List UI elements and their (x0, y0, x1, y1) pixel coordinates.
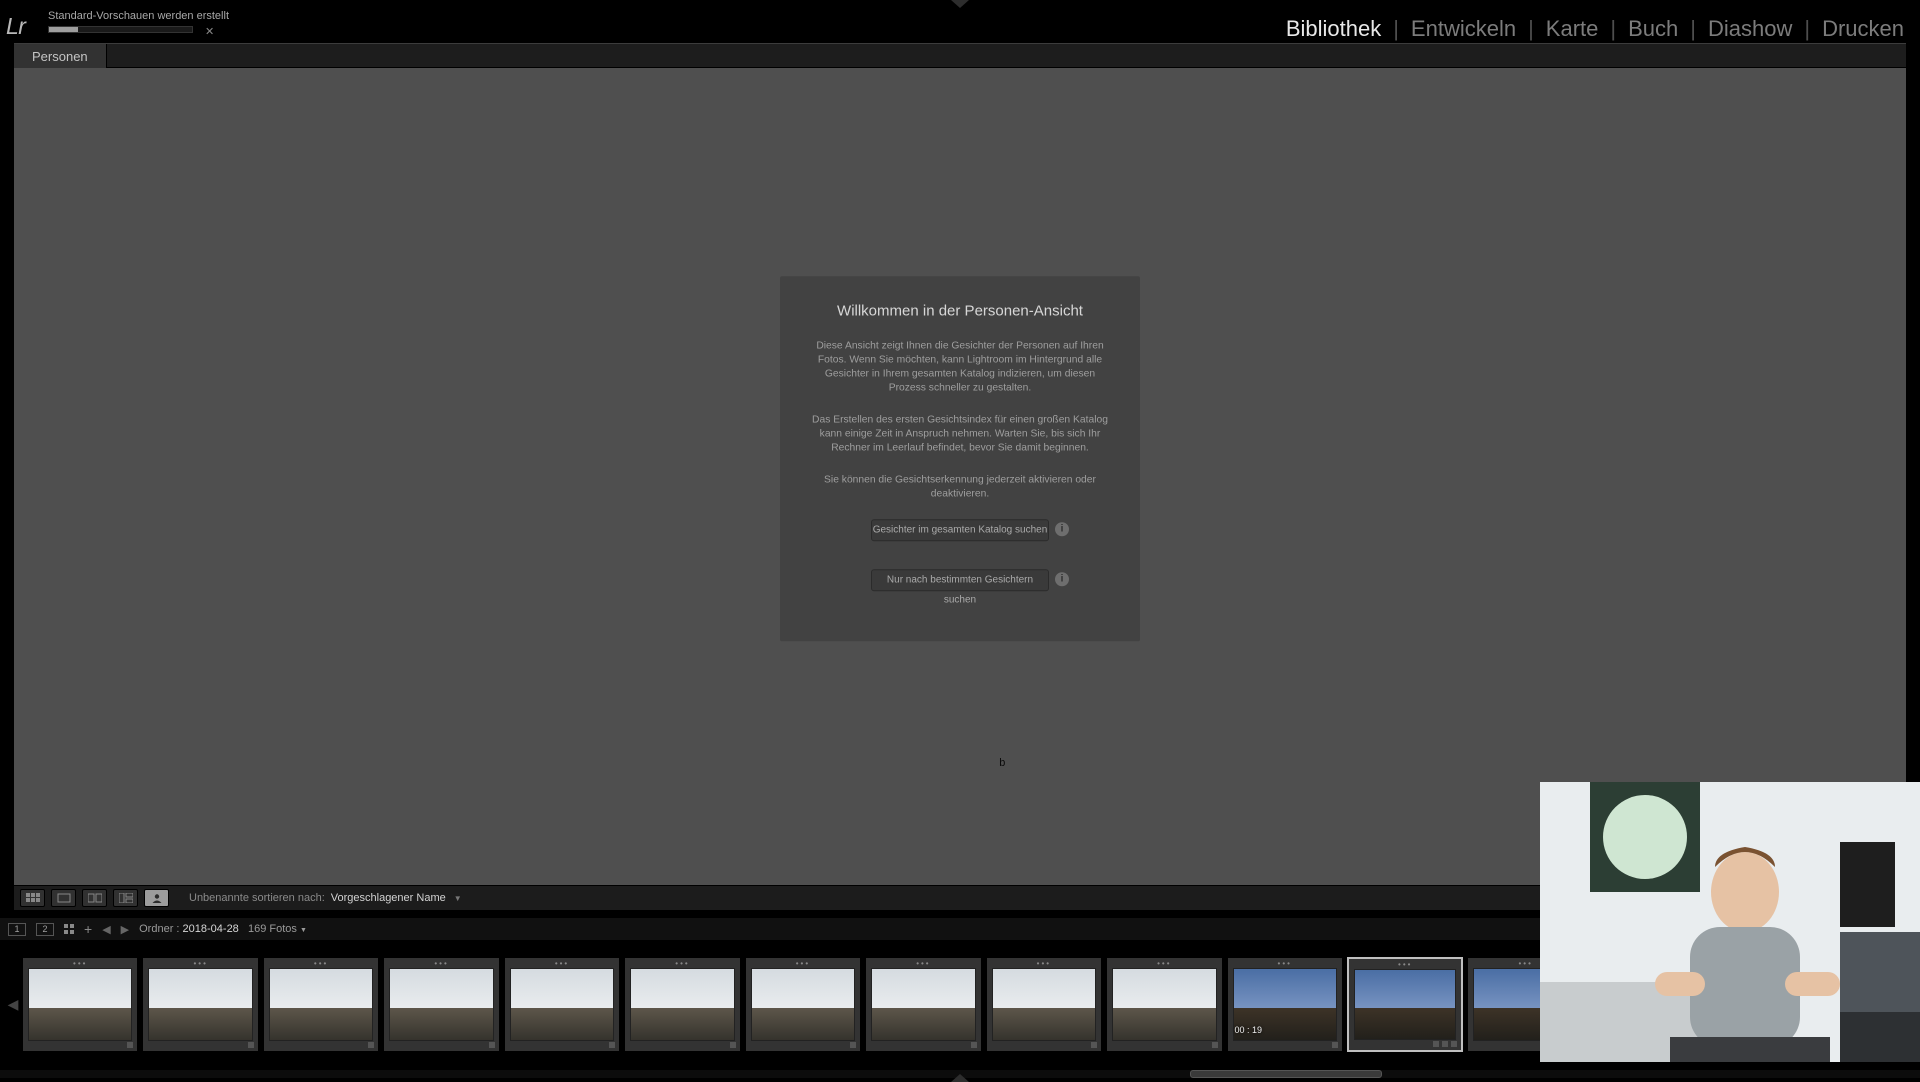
dialog-title: Willkommen in der Personen-Ansicht (792, 302, 1128, 319)
add-icon[interactable]: + (84, 921, 92, 937)
find-specific-faces-button[interactable]: Nur nach bestimmten Gesichtern suchen (871, 569, 1049, 591)
grid-mini-icon[interactable] (64, 924, 74, 934)
thumbnail[interactable]: ••• (383, 957, 499, 1052)
panel-handle-bottom[interactable] (951, 1074, 969, 1082)
thumbnail[interactable]: ••• (745, 957, 861, 1052)
main-canvas: Willkommen in der Personen-Ansicht Diese… (14, 68, 1906, 885)
module-switcher: Bibliothek| Entwickeln| Karte| Buch| Dia… (1282, 16, 1908, 42)
find-all-faces-button[interactable]: Gesichter im gesamten Katalog suchen (871, 519, 1049, 541)
module-drucken[interactable]: Drucken (1818, 16, 1908, 42)
background-task-label: Standard-Vorschauen werden erstellt (48, 10, 229, 22)
sort-value[interactable]: Vorgeschlagener Name (331, 892, 446, 904)
compare-view-icon[interactable] (82, 889, 107, 907)
survey-view-icon[interactable] (113, 889, 138, 907)
secondary-monitor-2-icon[interactable]: 2 (36, 923, 54, 936)
info-icon[interactable]: i (1055, 572, 1069, 586)
title-bar: Lr Standard-Vorschauen werden erstellt ✕… (0, 0, 1920, 40)
filmstrip-source[interactable]: Ordner : 2018-04-28 169 Fotos ▼ (139, 923, 307, 935)
thumbnail[interactable]: ••• (865, 957, 981, 1052)
thumbnail[interactable]: ••• (986, 957, 1102, 1052)
thumbnail[interactable]: ••• (504, 957, 620, 1052)
dialog-paragraph: Das Erstellen des ersten Gesichtsindex f… (810, 413, 1110, 455)
grid-view-icon[interactable] (20, 889, 45, 907)
info-icon[interactable]: i (1055, 522, 1069, 536)
panel-handle-top[interactable] (951, 0, 969, 8)
thumbnail-video[interactable]: •••00 : 19 (1227, 957, 1343, 1052)
chevron-down-icon[interactable]: ▼ (454, 894, 462, 903)
nav-forward-icon[interactable]: ▶ (121, 923, 129, 936)
loupe-view-icon[interactable] (51, 889, 76, 907)
people-view-icon[interactable] (144, 889, 169, 907)
nav-back-icon[interactable]: ◀ (102, 923, 110, 936)
background-task-close-icon[interactable]: ✕ (205, 25, 214, 38)
thumbnail[interactable]: ••• (624, 957, 740, 1052)
dialog-paragraph: Sie können die Gesichtserkennung jederze… (810, 473, 1110, 501)
dialog-paragraph: Diese Ansicht zeigt Ihnen die Gesichter … (810, 339, 1110, 395)
module-buch[interactable]: Buch (1624, 16, 1682, 42)
tab-personen[interactable]: Personen (14, 44, 107, 69)
thumbnail[interactable]: ••• (142, 957, 258, 1052)
cursor-caret: b (999, 758, 1006, 770)
module-karte[interactable]: Karte (1542, 16, 1603, 42)
people-welcome-dialog: Willkommen in der Personen-Ansicht Diese… (780, 276, 1140, 641)
filmstrip-prev-icon[interactable]: ◀ (8, 959, 18, 1049)
thumbnail-selected[interactable]: ••• (1347, 957, 1463, 1052)
thumbnail[interactable]: ••• (1106, 957, 1222, 1052)
sort-label: Unbenannte sortieren nach: (189, 892, 325, 904)
module-diashow[interactable]: Diashow (1704, 16, 1796, 42)
thumbnail[interactable]: ••• (22, 957, 138, 1052)
background-task-progress (48, 26, 193, 33)
module-entwickeln[interactable]: Entwickeln (1407, 16, 1520, 42)
secondary-monitor-1-icon[interactable]: 1 (8, 923, 26, 936)
video-duration: 00 : 19 (1235, 1025, 1263, 1035)
view-tabs-bar: Personen (14, 43, 1906, 68)
chevron-down-icon[interactable]: ▼ (300, 927, 307, 934)
thumbnail[interactable]: ••• (263, 957, 379, 1052)
module-bibliothek[interactable]: Bibliothek (1282, 16, 1385, 42)
app-logo: Lr (6, 13, 25, 40)
webcam-overlay (1540, 782, 1920, 1062)
